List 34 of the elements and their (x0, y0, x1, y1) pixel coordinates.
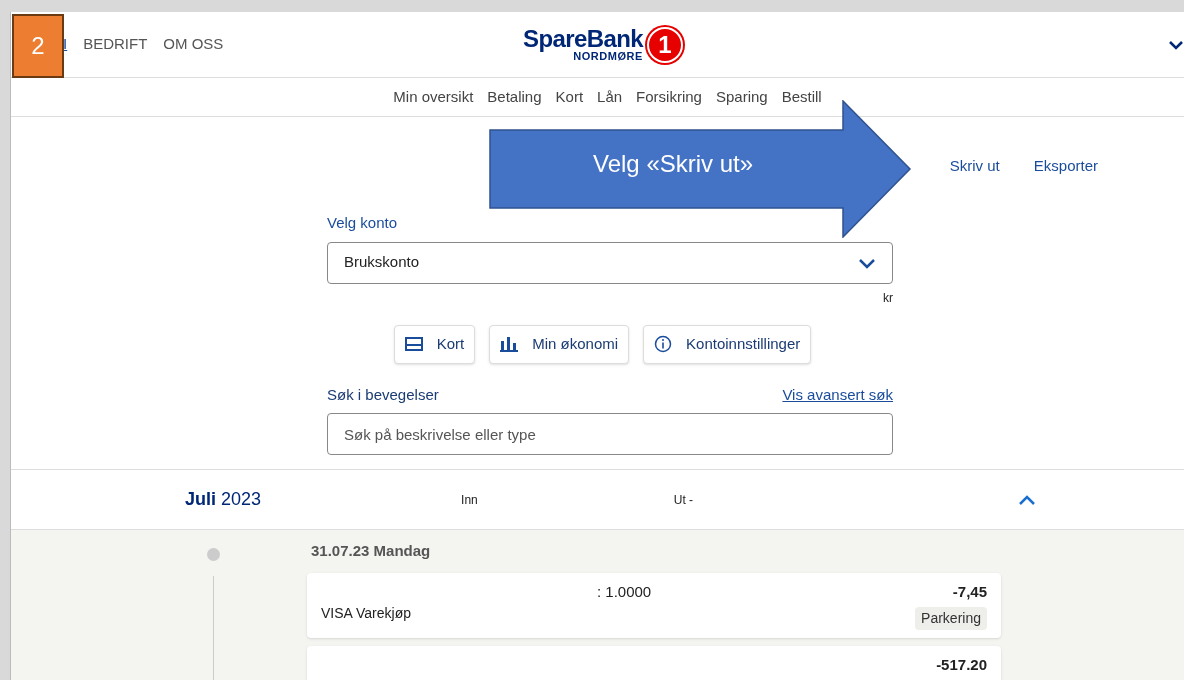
card-icon (404, 337, 423, 351)
search-field[interactable]: Søk på beskrivelse eller type (327, 413, 893, 455)
menu-link[interactable]: Min oversikt (393, 85, 474, 109)
select-value: Brukskonto (344, 252, 420, 273)
action-link[interactable]: Skriv ut (949, 155, 1000, 178)
shortcut-button[interactable]: Kort (393, 324, 476, 364)
bar-chart-icon (500, 336, 519, 352)
nav-link[interactable]: BEDRIFT (83, 33, 148, 56)
transaction-detail: : 1.0000 (597, 581, 652, 602)
date-heading: 31.07.23 Mandag (311, 541, 431, 561)
balance-text: kr (883, 289, 893, 307)
expense-text: Ut - (673, 491, 694, 509)
action-link[interactable]: Eksporter (1033, 155, 1098, 178)
info-icon (654, 335, 673, 353)
category-tag: Parkering (915, 607, 987, 630)
income-text: Inn (461, 491, 478, 509)
shortcut-button[interactable]: Kontoinnstillinger (643, 324, 812, 364)
nav-link[interactable]: I (63, 33, 68, 56)
transaction-amount: -517.20 (936, 655, 987, 675)
transaction-card[interactable]: : 1.0000 VISA Varekjøp -7,45 Parkering (307, 572, 1001, 638)
transaction-card[interactable]: -517.20 (307, 646, 1001, 680)
nav-link[interactable]: OM OSS (163, 33, 224, 56)
chevron-up-icon[interactable] (1018, 493, 1036, 506)
month-title: Juli 2023 (185, 488, 262, 511)
field-label: Velg konto (327, 213, 398, 233)
transaction-title: VISA Varekjøp (321, 603, 411, 623)
chevron-down-icon[interactable] (1168, 38, 1184, 51)
account-select[interactable]: Brukskonto (327, 241, 893, 284)
transaction-amount: -7,45 (952, 581, 987, 602)
advanced-search-link[interactable]: Vis avansert søk (782, 383, 893, 406)
field-label: Søk i bevegelser (327, 384, 439, 405)
shortcut-button[interactable]: Min økonomi (489, 324, 630, 364)
step-badge: 2 (12, 14, 64, 78)
chevron-down-icon (858, 256, 876, 269)
